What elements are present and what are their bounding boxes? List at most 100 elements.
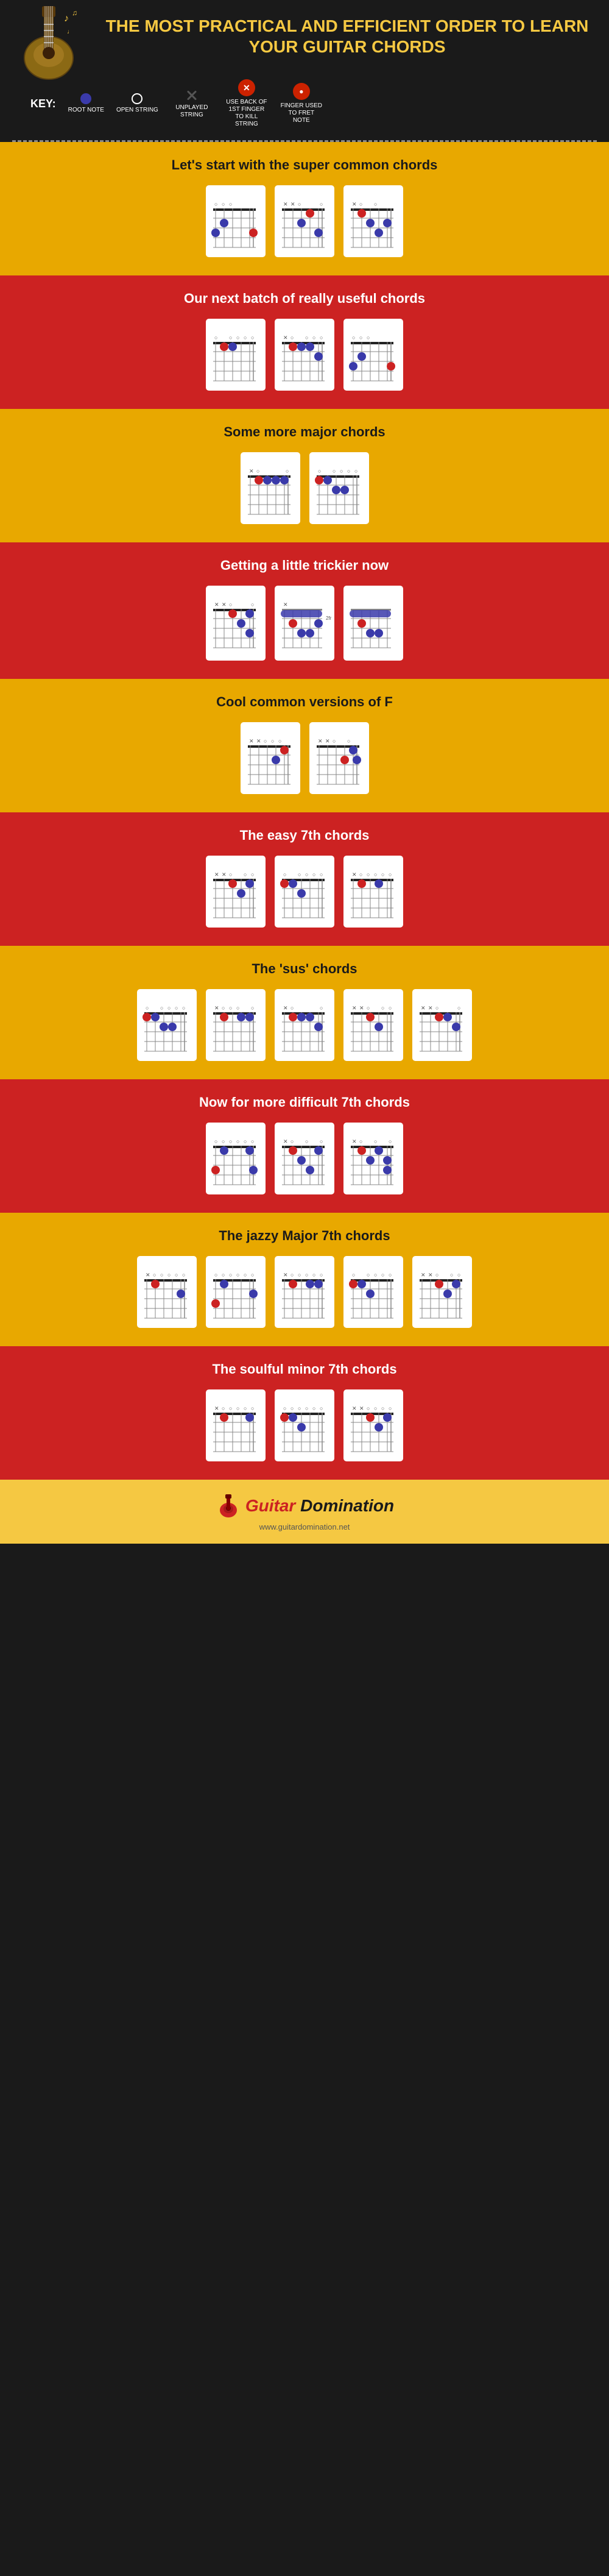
chord-diagram-c: ✕ ○ ○ (346, 200, 401, 255)
svg-text:○: ○ (305, 1272, 308, 1278)
svg-text:○: ○ (312, 871, 315, 878)
svg-text:♫: ♫ (72, 9, 77, 17)
svg-text:○: ○ (389, 1138, 392, 1144)
svg-text:○: ○ (160, 1272, 163, 1278)
svg-text:○: ○ (182, 1005, 185, 1011)
footer-guitar-icon (215, 1492, 242, 1519)
chord-name-bm: Bm (275, 586, 334, 598)
unplayed-string-label: UNPLAYED STRING (171, 104, 213, 119)
svg-text:✕: ✕ (352, 1405, 357, 1411)
svg-text:○: ○ (354, 468, 357, 474)
svg-text:○: ○ (236, 1405, 239, 1411)
svg-text:○: ○ (312, 1272, 315, 1278)
chord-bm: Bm ✕ 2fr (275, 586, 334, 661)
svg-text:✕: ✕ (352, 201, 357, 207)
chord-name-g-rock: G"rock" (206, 185, 266, 197)
chord-name-amin7: Amin7 (206, 1389, 266, 1402)
section-title-soulful: The soulful minor 7th chords (18, 1361, 591, 1377)
chord-name-emin7: Emin7 (275, 1389, 334, 1402)
chord-a: A ✕ ○ ○ (241, 452, 300, 524)
chord-name-fmaj7: Fmaj7 (241, 722, 300, 734)
svg-text:○: ○ (214, 1272, 217, 1278)
svg-text:○: ○ (222, 201, 225, 207)
svg-text:○: ○ (359, 871, 362, 878)
chord-diagram-cmaj7: ✕ ○ ○ ○ ○ ○ (139, 1271, 194, 1325)
svg-text:○: ○ (222, 1005, 225, 1011)
chord-dsus2: Dsus2 ✕ ✕ ○ ○ ○ (343, 989, 403, 1061)
svg-text:○: ○ (367, 335, 370, 341)
chord-name-emaj7: Emaj7 (343, 1256, 403, 1268)
svg-text:○: ○ (359, 1138, 362, 1144)
svg-text:○: ○ (389, 1405, 392, 1411)
chord-emin7: Emin7 ○ ○ ○ ○ ○ ○ (275, 1389, 334, 1461)
page-title: THE MOST PRACTICAL AND EFFICIENT ORDER T… (97, 16, 597, 57)
svg-text:○: ○ (381, 871, 384, 878)
chord-f: F (343, 586, 403, 661)
chord-asus2: Asus2 ✕ ○ ○ ○ ○ (206, 989, 266, 1061)
svg-text:○: ○ (389, 1005, 392, 1011)
svg-text:✕: ✕ (256, 738, 261, 744)
svg-text:○: ○ (298, 201, 301, 207)
chord-diagram-gmaj7: ○ ○ ○ ○ ○ ○ (208, 1271, 263, 1325)
svg-text:○: ○ (305, 1138, 308, 1144)
chord-esus4: Esus4 ○ ○ ○ ○ ○ (137, 989, 197, 1061)
section-jazzy: The jazzy Major 7th chords Cmaj7 ✕ ○ ○ ○… (0, 1213, 609, 1346)
svg-text:○: ○ (457, 1272, 460, 1278)
footer: Guitar Domination www.guitardomination.n… (0, 1480, 609, 1544)
svg-text:○: ○ (320, 335, 323, 341)
svg-text:✕: ✕ (428, 1272, 433, 1278)
chord-diagram-em: ○ ○ ○ ○ ○ (208, 333, 263, 388)
chord-name-c: C (343, 185, 403, 197)
chords-row-tricky: Dm ✕ ✕ ○ ○ (18, 586, 591, 661)
chord-dmaj7: Dmaj7 ✕ ✕ ○ ○ ○ (412, 1256, 472, 1328)
chord-diagram-dm: ✕ ✕ ○ ○ (208, 600, 263, 655)
chord-name-gmaj7: Gmaj7 (206, 1256, 266, 1268)
chord-diagram-f (346, 600, 401, 655)
section-title-super-common: Let's start with the super common chords (18, 157, 591, 173)
svg-text:✕: ✕ (214, 601, 219, 608)
chord-diagram-g-rock-2: ○ ○ ○ (346, 333, 401, 388)
chord-b7: B7 ✕ ○ ○ ○ (343, 1123, 403, 1194)
chords-row-f-versions: Fmaj7 ✕ ✕ ○ ○ ○ (18, 722, 591, 794)
svg-text:○: ○ (320, 1005, 323, 1011)
chord-name-e: E (309, 452, 369, 464)
section-soulful: The soulful minor 7th chords Amin7 ✕ ○ ○… (0, 1346, 609, 1480)
svg-text:○: ○ (320, 1138, 323, 1144)
chords-row-useful: Em ○ ○ ○ ○ ○ (18, 319, 591, 391)
section-major: Some more major chords A ✕ ○ ○ (0, 409, 609, 542)
section-title-major: Some more major chords (18, 424, 591, 440)
chord-name-c7: C7 (275, 1123, 334, 1135)
svg-text:○: ○ (367, 1405, 370, 1411)
svg-text:○: ○ (374, 871, 377, 878)
chord-diagram-c7: ✕ ○ ○ ○ (277, 1137, 332, 1192)
svg-text:○: ○ (320, 1272, 323, 1278)
footer-logo-domination: Domination (300, 1496, 394, 1515)
chord-name-dmin7: Dmin7 (343, 1389, 403, 1402)
svg-text:○: ○ (290, 1272, 294, 1278)
key-fret-note: ● FINGER USED TO FRET NOTE (280, 83, 323, 124)
root-note-label: ROOT NOTE (68, 107, 104, 114)
svg-text:○: ○ (244, 1272, 247, 1278)
chord-name-d7: D7 (206, 856, 266, 868)
svg-text:○: ○ (256, 468, 259, 474)
fret-note-label: FINGER USED TO FRET NOTE (280, 102, 323, 124)
chord-name-a7: A7 (343, 856, 403, 868)
svg-text:○: ○ (244, 335, 247, 341)
svg-text:✕: ✕ (214, 1405, 219, 1411)
svg-text:○: ○ (229, 1272, 232, 1278)
svg-text:○: ○ (214, 335, 217, 341)
svg-text:✕: ✕ (283, 601, 288, 608)
chord-name-esus4: Esus4 (137, 989, 197, 1001)
svg-text:○: ○ (283, 1405, 286, 1411)
svg-text:✕: ✕ (249, 468, 254, 474)
svg-text:○: ○ (290, 1405, 294, 1411)
svg-text:○: ○ (298, 871, 301, 878)
chord-name-f: F (343, 586, 403, 598)
svg-text:○: ○ (359, 201, 362, 207)
svg-text:○: ○ (251, 1405, 254, 1411)
chord-asus4: Asus4 ✕ ○ ○ (275, 989, 334, 1061)
svg-text:○: ○ (222, 1272, 225, 1278)
svg-text:○: ○ (381, 1405, 384, 1411)
chord-dmin7: Dmin7 ✕ ✕ ○ ○ ○ ○ (343, 1389, 403, 1461)
svg-text:○: ○ (298, 1272, 301, 1278)
